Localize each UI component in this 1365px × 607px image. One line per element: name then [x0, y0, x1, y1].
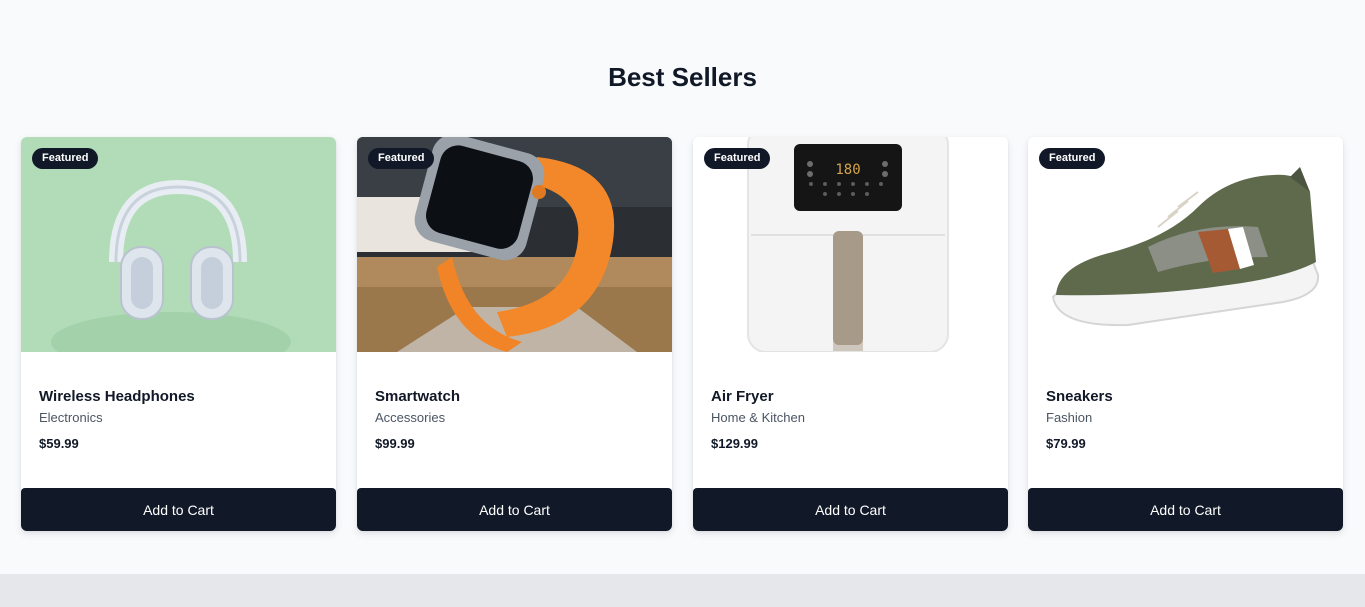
sneaker-image [1028, 137, 1343, 352]
add-to-cart-button[interactable]: Add to Cart [1028, 488, 1343, 531]
air-fryer-display: 180 [835, 162, 860, 178]
smartwatch-image [357, 137, 672, 352]
product-name[interactable]: Air Fryer [711, 388, 805, 407]
product-price: $79.99 [1046, 436, 1086, 451]
product-category: Accessories [375, 410, 446, 425]
featured-badge: Featured [368, 148, 435, 169]
best-sellers-section: Best Sellers Featured Wireless Headphone… [0, 0, 1365, 574]
product-price: $99.99 [375, 436, 415, 451]
product-name[interactable]: Wireless Headphones [39, 388, 195, 407]
footer-band [0, 574, 1365, 607]
add-to-cart-button[interactable]: Add to Cart [357, 488, 672, 531]
featured-badge: Featured [32, 148, 99, 169]
featured-badge: Featured [1039, 148, 1106, 169]
product-card: Featured Wireless Headphones Electronics… [21, 137, 336, 531]
product-info: Sneakers Fashion $79.99 [1046, 388, 1113, 451]
product-info: Smartwatch Accessories $99.99 [375, 388, 460, 451]
product-category: Fashion [1046, 410, 1093, 425]
air-fryer-image: 180 [693, 137, 1008, 352]
product-image[interactable]: Featured [357, 137, 672, 352]
product-card: Featured Sneakers Fashion $79.99 Add to … [1028, 137, 1343, 531]
product-image[interactable]: Featured [21, 137, 336, 352]
product-price: $59.99 [39, 436, 79, 451]
product-card: 180 Featured Air Fryer Home & Kitchen $1 [693, 137, 1008, 531]
product-name[interactable]: Smartwatch [375, 388, 460, 407]
product-category: Electronics [39, 410, 103, 425]
add-to-cart-button[interactable]: Add to Cart [21, 488, 336, 531]
section-title: Best Sellers [608, 62, 757, 92]
product-price: $129.99 [711, 436, 758, 451]
product-image[interactable]: 180 Featured [693, 137, 1008, 352]
featured-badge: Featured [704, 148, 771, 169]
product-info: Wireless Headphones Electronics $59.99 [39, 388, 195, 451]
product-name[interactable]: Sneakers [1046, 388, 1113, 407]
product-grid: Featured Wireless Headphones Electronics… [21, 137, 1343, 531]
product-image[interactable]: Featured [1028, 137, 1343, 352]
add-to-cart-button[interactable]: Add to Cart [693, 488, 1008, 531]
product-info: Air Fryer Home & Kitchen $129.99 [711, 388, 805, 451]
product-card: Featured Smartwatch Accessories $99.99 A… [357, 137, 672, 531]
headphones-image [21, 137, 336, 352]
product-category: Home & Kitchen [711, 410, 805, 425]
